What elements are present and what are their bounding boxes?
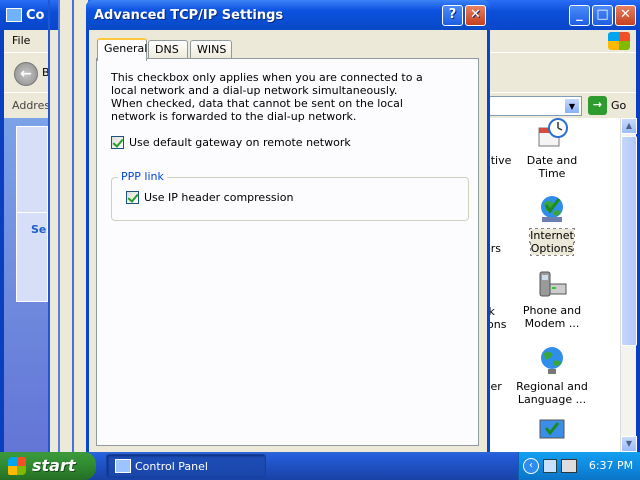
dialog-title: Advanced TCP/IP Settings [94,8,284,23]
menu-file[interactable]: File [12,34,30,47]
go-arrow-icon: → [588,96,607,115]
ppp-link-group: PPP link Use IP header compression [111,170,469,221]
checkbox-ip-header-compression[interactable] [126,191,139,204]
control-panel-icon [6,8,22,22]
ip-header-compression-label[interactable]: Use IP header compression [144,191,293,204]
clock[interactable]: 6:37 PM [585,459,637,472]
dialog-close-button[interactable]: ✕ [465,5,486,26]
go-label: Go [611,99,627,112]
tab-dns[interactable]: DNS [148,40,188,59]
windows-logo-icon [8,457,26,475]
scroll-thumb[interactable] [621,136,637,346]
globe-icon [541,196,563,222]
tab-general[interactable]: General [97,38,147,61]
date-and-time-item[interactable]: Date and Time [512,118,592,180]
scroll-down-icon[interactable]: ▼ [621,436,637,452]
checkbox-default-gateway[interactable] [111,136,124,149]
item-label: Internet Options [529,228,575,256]
minimize-button[interactable]: _ [569,5,590,26]
computer-icon[interactable] [561,459,577,473]
task-pane-see-also: Se [16,212,48,302]
network-icon[interactable] [543,459,557,473]
gateway-description: This checkbox only applies when you are … [111,71,423,123]
help-button[interactable]: ? [442,5,463,26]
phone-and-modem-item[interactable]: Phone and Modem ... [512,268,592,330]
item-label: Regional and Language ... [516,380,588,406]
taskbar: start Control Panel ‹ 6:37 PM [0,452,640,480]
control-panel-title: Co [26,8,45,23]
globe-icon [541,347,563,374]
back-arrow-icon[interactable]: ← [14,62,38,86]
address-input[interactable]: ▼ [484,96,582,116]
default-gateway-label[interactable]: Use default gateway on remote network [129,136,351,149]
control-panel-items: ative ers rk ions ver Date and Time In [480,118,620,452]
clock-icon [538,118,568,147]
item-label: Date and Time [526,154,578,180]
ppp-link-legend: PPP link [118,170,167,183]
monitor-icon [539,419,565,439]
default-gateway-checkbox[interactable]: Use default gateway on remote network [111,136,351,149]
scroll-up-icon[interactable]: ▲ [621,118,637,134]
tab-wins[interactable]: WINS [190,40,232,59]
item-label: Phone and Modem ... [522,304,582,330]
taskbar-item-control-panel[interactable]: Control Panel [106,454,266,478]
next-item[interactable] [512,416,592,452]
chevron-down-icon[interactable]: ▼ [564,98,580,114]
task-pane: Se [4,118,48,452]
phone-icon [539,271,567,297]
close-button[interactable]: ✕ [615,5,636,26]
task-pane-box [16,126,48,216]
control-panel-icon [115,459,131,473]
chevron-left-icon[interactable]: ‹ [523,458,539,474]
start-button[interactable]: start [0,452,96,480]
dialog-body: General DNS WINS This checkbox only appl… [89,30,487,452]
windows-flag-icon [608,32,630,50]
system-tray: ‹ 6:37 PM [518,452,640,480]
internet-options-item[interactable]: Internet Options [512,193,592,256]
task-pane-heading: Se [31,223,47,236]
regional-and-language-item[interactable]: Regional and Language ... [512,344,592,406]
dialog-title-bar[interactable]: Advanced TCP/IP Settings ? ✕ [86,0,490,30]
taskbar-item-label: Control Panel [135,460,208,473]
vertical-scrollbar[interactable]: ▲ ▼ [620,118,637,452]
address-label: Addres [12,99,51,112]
ip-header-compression-checkbox[interactable]: Use IP header compression [126,191,293,204]
go-button[interactable]: → Go [588,96,626,115]
maximize-button[interactable]: □ [592,5,613,26]
general-tab-panel: This checkbox only applies when you are … [96,58,479,446]
start-label: start [32,456,76,475]
advanced-tcpip-dialog: Advanced TCP/IP Settings ? ✕ General DNS… [86,0,490,452]
